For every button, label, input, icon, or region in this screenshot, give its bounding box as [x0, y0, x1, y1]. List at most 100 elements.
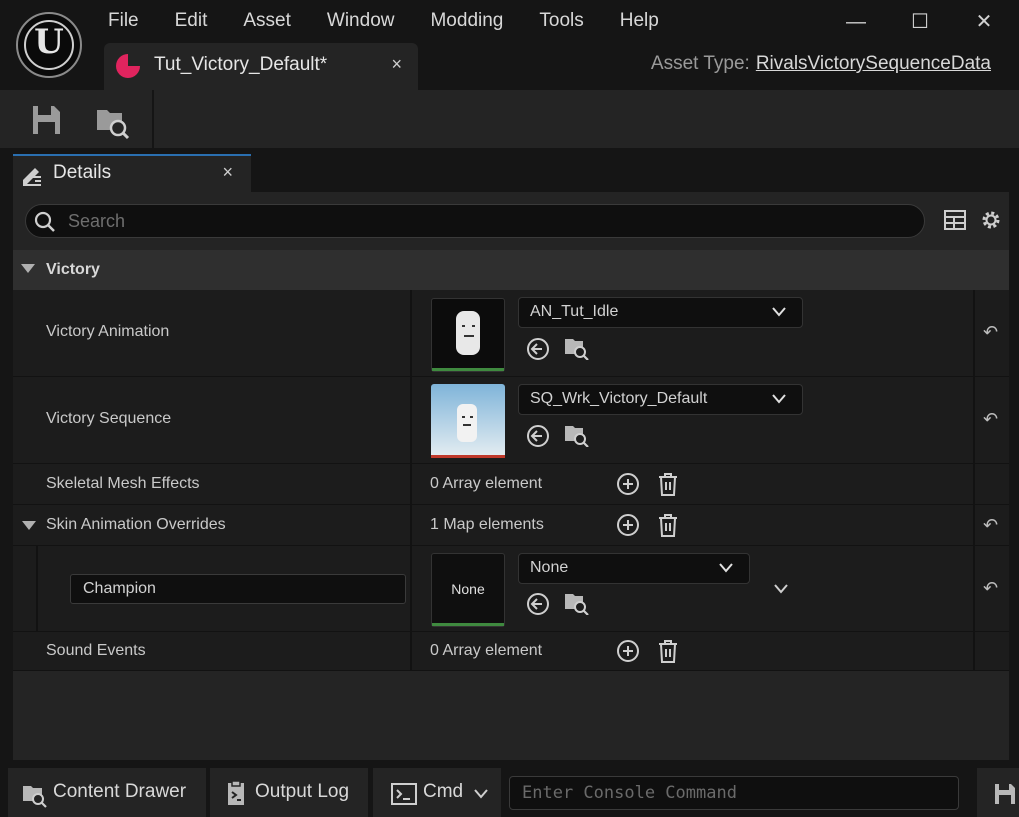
asset-type-link[interactable]: RivalsVictorySequenceData [756, 53, 991, 74]
close-tab-button[interactable]: × [391, 54, 402, 75]
add-element-icon[interactable] [615, 638, 641, 664]
toolbar [0, 90, 1019, 148]
browse-asset-icon[interactable] [563, 334, 589, 360]
table-view-icon[interactable] [943, 208, 967, 237]
asset-type-label: Asset Type: [650, 53, 750, 74]
collapse-arrow-icon[interactable] [22, 521, 36, 530]
close-details-button[interactable]: × [222, 162, 233, 183]
search-box [25, 204, 925, 238]
collapse-arrow-icon[interactable] [21, 264, 35, 273]
reset-to-default-icon[interactable]: ↶ [983, 578, 998, 599]
map-count: 1 Map elements [430, 516, 544, 533]
content-drawer-button[interactable]: Content Drawer [8, 768, 206, 817]
pencil-icon [19, 161, 45, 192]
trash-icon[interactable] [655, 471, 681, 497]
use-selected-icon[interactable] [525, 336, 551, 362]
cmd-button[interactable]: Cmd [373, 768, 501, 817]
array-count: 0 Array element [430, 475, 543, 492]
map-key-input[interactable] [83, 579, 383, 599]
content-drawer-icon [23, 786, 47, 808]
browse-asset-icon[interactable] [563, 589, 589, 615]
menu-modding[interactable]: Modding [412, 4, 521, 40]
property-name: Sound Events [46, 642, 146, 659]
property-name: Skeletal Mesh Effects [46, 475, 200, 492]
close-window-button[interactable]: ✕ [960, 6, 1008, 38]
figure-icon [457, 404, 477, 442]
browse-asset-icon[interactable] [563, 421, 589, 447]
reset-to-default-icon[interactable]: ↶ [983, 409, 998, 430]
menu-window[interactable]: Window [309, 4, 413, 40]
thumbnail-label: None [451, 581, 485, 597]
add-element-icon[interactable] [615, 471, 641, 497]
terminal-icon [391, 783, 417, 805]
source-control-button[interactable] [977, 768, 1019, 817]
output-log-button[interactable]: Output Log [210, 768, 368, 817]
property-row-sound-events: Sound Events 0 Array element [13, 632, 1009, 671]
trash-icon[interactable] [655, 512, 681, 538]
menu-edit[interactable]: Edit [157, 4, 226, 40]
gear-icon[interactable] [979, 208, 1003, 237]
chevron-down-icon [772, 307, 786, 317]
menu-help[interactable]: Help [602, 4, 677, 40]
console-input[interactable] [522, 782, 942, 804]
figure-icon [456, 311, 480, 355]
property-row-skin-animation-overrides: Skin Animation Overrides 1 Map elements … [13, 505, 1009, 546]
save-all-icon [995, 784, 1015, 804]
unreal-logo-icon[interactable]: U [16, 12, 82, 78]
property-name: Victory Sequence [46, 410, 172, 427]
array-count: 0 Array element [430, 642, 543, 659]
category-label: Victory [46, 261, 100, 278]
asset-thumbnail[interactable] [431, 384, 505, 458]
asset-picker-combo[interactable]: None [518, 553, 750, 584]
toolbar-divider [152, 90, 154, 148]
asset-thumbnail[interactable] [431, 298, 505, 372]
status-bar: Content Drawer Output Log Cmd [0, 768, 1019, 817]
asset-type-info: Asset Type: RivalsVictorySequenceData [651, 53, 991, 75]
reset-to-default-icon[interactable]: ↶ [983, 515, 998, 536]
cmd-label: Cmd [423, 781, 464, 802]
chevron-down-icon [474, 789, 488, 799]
details-tab-label: Details [53, 162, 112, 183]
property-row-skeletal-mesh-effects: Skeletal Mesh Effects 0 Array element [13, 464, 1009, 505]
use-selected-icon[interactable] [525, 423, 551, 449]
details-tab[interactable]: Details × [13, 154, 251, 192]
menu-bar: File Edit Asset Window Modding Tools Hel… [90, 4, 677, 40]
category-victory[interactable]: Victory [13, 250, 1009, 290]
map-entry-row-champion: None None ↶ [13, 546, 1009, 632]
asset-thumbnail[interactable]: None [431, 553, 505, 627]
output-log-label: Output Log [255, 781, 350, 802]
property-row-victory-animation: Victory Animation AN_Tut_Idle ↶ [13, 290, 1009, 377]
asset-picker-value: AN_Tut_Idle [530, 303, 619, 320]
property-row-victory-sequence: Victory Sequence SQ_Wrk_Victory_Default … [13, 377, 1009, 464]
asset-editor-tab[interactable]: Tut_Victory_Default* × [104, 43, 418, 90]
title-bar: U File Edit Asset Window Modding Tools H… [0, 0, 1019, 90]
asset-picker-combo[interactable]: SQ_Wrk_Victory_Default [518, 384, 803, 415]
menu-file[interactable]: File [90, 4, 157, 40]
property-name: Victory Animation [46, 323, 170, 340]
minimize-button[interactable]: — [832, 6, 880, 38]
chevron-down-icon [719, 563, 733, 573]
menu-asset[interactable]: Asset [225, 4, 309, 40]
content-drawer-label: Content Drawer [53, 781, 187, 802]
search-icon [32, 209, 58, 240]
property-name: Skin Animation Overrides [46, 516, 226, 533]
menu-tools[interactable]: Tools [521, 4, 601, 40]
console-field [509, 776, 959, 810]
map-key-field [70, 574, 406, 604]
add-element-icon[interactable] [615, 512, 641, 538]
use-selected-icon[interactable] [525, 591, 551, 617]
expand-options-chevron-icon[interactable] [773, 583, 789, 595]
details-panel: Victory Victory Animation AN_Tut_Idle [13, 192, 1009, 760]
maximize-button[interactable]: ☐ [896, 6, 944, 38]
search-input[interactable] [68, 209, 908, 233]
chevron-down-icon [772, 394, 786, 404]
asset-tab-label: Tut_Victory_Default* [154, 54, 328, 75]
asset-picker-combo[interactable]: AN_Tut_Idle [518, 297, 803, 328]
trash-icon[interactable] [655, 638, 681, 664]
asset-picker-value: SQ_Wrk_Victory_Default [530, 390, 708, 407]
save-icon[interactable] [26, 100, 66, 140]
browse-folder-icon[interactable] [92, 100, 132, 140]
reset-to-default-icon[interactable]: ↶ [983, 322, 998, 343]
asset-picker-value: None [530, 559, 569, 576]
output-log-icon [228, 780, 244, 805]
